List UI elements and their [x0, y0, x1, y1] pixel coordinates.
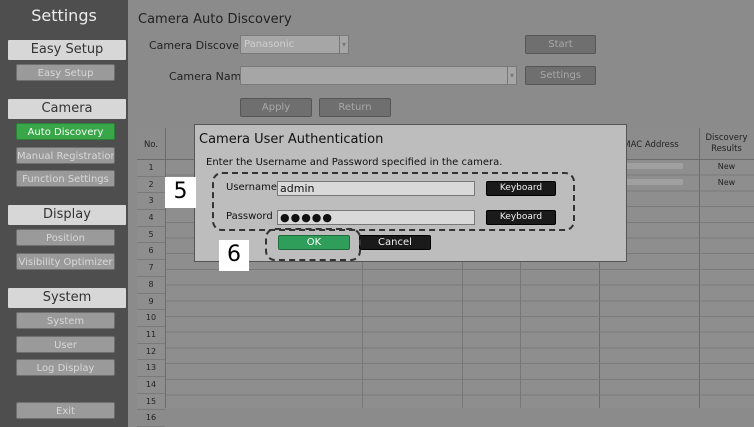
table-row-number: 4 [137, 210, 165, 227]
sidebar-item-auto-discovery[interactable]: Auto Discovery [16, 123, 115, 140]
camera-name-label: Camera Name [169, 70, 249, 83]
camera-discovery-label: Camera Discovery [149, 39, 251, 52]
table-row-number: 9 [137, 294, 165, 311]
page-title: Camera Auto Discovery [138, 12, 292, 27]
sidebar-item-manual-registration[interactable]: Manual Registration [16, 147, 115, 164]
table-row-number: 15 [137, 394, 165, 411]
sidebar-item-easy-setup[interactable]: Easy Setup [16, 64, 115, 81]
discovery-result: New [717, 162, 736, 171]
settings-button[interactable]: Settings [525, 66, 596, 85]
cancel-button[interactable]: Cancel [359, 235, 431, 250]
callout-highlight-credentials [212, 172, 575, 231]
table-row-number: 14 [137, 377, 165, 394]
camera-discovery-value: Panasonic [244, 39, 295, 50]
camera-discovery-select[interactable]: Panasonic ▾ [240, 35, 349, 54]
section-display: Display [8, 205, 126, 225]
dialog-title: Camera User Authentication [199, 132, 384, 147]
sidebar: Settings Easy Setup Easy Setup Camera Au… [0, 0, 128, 427]
table-row-number: 13 [137, 360, 165, 377]
sidebar-item-position[interactable]: Position [16, 229, 115, 246]
chevron-down-icon: ▾ [339, 36, 348, 53]
apply-button[interactable]: Apply [240, 98, 312, 117]
start-button[interactable]: Start [525, 35, 596, 54]
callout-number-6: 6 [219, 240, 249, 271]
return-button[interactable]: Return [319, 98, 391, 117]
table-row-number: 6 [137, 243, 165, 261]
table-row-number: 8 [137, 277, 165, 294]
exit-button[interactable]: Exit [16, 402, 115, 419]
table-row-number: 11 [137, 327, 165, 344]
table-row-number: 16 [137, 410, 165, 427]
sidebar-item-system[interactable]: System [16, 312, 115, 329]
sidebar-item-user[interactable]: User [16, 336, 115, 353]
mac-address-redacted [623, 163, 683, 169]
dialog-instruction: Enter the Username and Password specifie… [206, 157, 503, 168]
header-no: No. [143, 140, 159, 150]
table-row-number: 1 [137, 160, 165, 177]
header-discovery-results: Discovery Results [705, 133, 748, 154]
sidebar-item-visibility-optimizer[interactable]: Visibility Optimizer [16, 253, 115, 270]
section-system: System [8, 288, 126, 308]
table-row-number: 12 [137, 344, 165, 361]
section-camera: Camera [8, 99, 126, 119]
sidebar-title: Settings [31, 6, 97, 25]
table-row-number: 5 [137, 227, 165, 244]
camera-name-select[interactable]: ▾ [240, 66, 517, 85]
table-row-number: 10 [137, 310, 165, 327]
callout-highlight-ok [265, 228, 361, 261]
sidebar-item-function-settings[interactable]: Function Settings [16, 170, 115, 187]
table-row-number: 3 [137, 193, 165, 211]
sidebar-item-log-display[interactable]: Log Display [16, 359, 115, 376]
mac-address-redacted [623, 179, 683, 185]
section-easy-setup: Easy Setup [8, 40, 126, 60]
chevron-down-icon: ▾ [507, 67, 516, 84]
callout-number-5: 5 [165, 177, 196, 208]
table-row-number: 7 [137, 260, 165, 277]
table-row-number: 2 [137, 177, 165, 194]
discovery-result: New [717, 178, 736, 187]
